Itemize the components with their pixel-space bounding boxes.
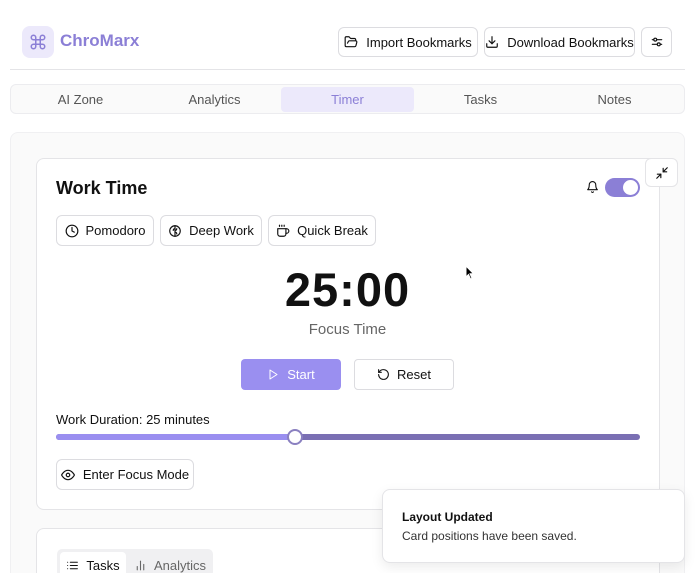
app-header: ChroMarx Import Bookmarks Download Bookm… [0,0,695,70]
import-bookmarks-label: Import Bookmarks [366,34,472,50]
settings-button[interactable] [641,27,672,57]
mouse-cursor-icon [465,265,475,280]
list-icon [66,559,79,572]
timer-display: 25:00 [284,263,411,316]
enter-focus-mode-button[interactable]: Enter Focus Mode [56,459,194,490]
bell-icon [586,180,599,194]
subtab-analytics[interactable]: Analytics [129,552,211,573]
card-subtabs: Tasks Analytics [57,549,213,573]
toast-notification: Layout Updated Card positions have been … [382,489,685,563]
notification-toggle[interactable] [605,178,640,197]
reset-button[interactable]: Reset [354,359,454,390]
quick-break-button[interactable]: Quick Break [268,215,376,246]
focus-mode-label: Enter Focus Mode [82,467,190,482]
timer-phase-label: Focus Time [308,321,387,338]
work-duration-slider[interactable] [56,429,640,445]
card-title: Work Time [56,178,148,198]
pomodoro-button[interactable]: Pomodoro [56,215,154,246]
start-label: Start [287,367,315,382]
import-bookmarks-button[interactable]: Import Bookmarks [338,27,478,57]
work-duration-label: Work Duration: 25 minutes [56,412,210,427]
folder-open-icon [344,35,358,49]
start-button[interactable]: Start [241,359,341,390]
deep-work-label: Deep Work [189,223,254,238]
deep-work-button[interactable]: Deep Work [160,215,262,246]
toast-title: Layout Updated [402,510,493,524]
download-bookmarks-button[interactable]: Download Bookmarks [484,27,635,57]
app-name: ChroMarx [60,31,140,50]
sliders-icon [650,35,664,49]
bar-chart-icon [134,559,147,572]
eye-icon [60,468,75,482]
header-divider [10,69,685,70]
minimize-icon [655,166,669,180]
play-icon [267,368,279,381]
reset-label: Reset [397,367,431,382]
slider-fill [56,434,296,440]
download-bookmarks-label: Download Bookmarks [507,34,634,50]
tab-analytics[interactable]: Analytics [148,87,281,112]
toast-message: Card positions have been saved. [402,529,577,543]
toggle-knob [623,180,638,195]
subtab-tasks-label: Tasks [86,557,120,573]
brain-icon [168,224,182,238]
tab-tasks[interactable]: Tasks [414,87,547,112]
collapse-button[interactable] [645,158,678,187]
quick-break-label: Quick Break [297,223,368,238]
subtab-analytics-label: Analytics [153,557,207,573]
tab-ai-zone[interactable]: AI Zone [14,87,147,112]
rotate-ccw-icon [377,368,390,381]
main-tabs: AI Zone Analytics Timer Tasks Notes [10,84,685,114]
pomodoro-label: Pomodoro [85,223,146,238]
tab-notes[interactable]: Notes [548,87,681,112]
command-icon [22,26,54,58]
tab-timer[interactable]: Timer [281,87,414,112]
download-icon [485,35,499,49]
subtab-tasks[interactable]: Tasks [60,552,126,573]
coffee-icon [276,224,290,238]
clock-icon [65,224,79,238]
